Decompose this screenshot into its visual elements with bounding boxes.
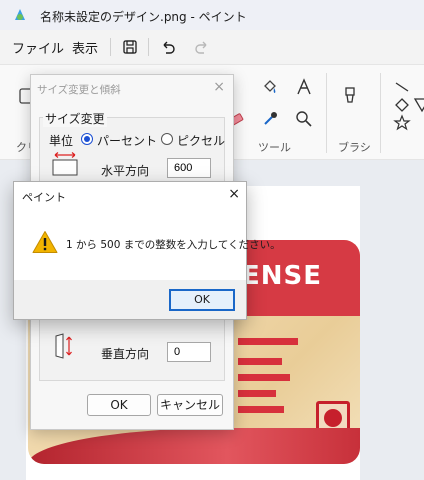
card-bar (238, 406, 284, 413)
message-box-titlebar: ペイント × (14, 182, 246, 210)
title-bar: 名称未設定のデザイン.png - ペイント (0, 0, 424, 30)
warning-icon (32, 231, 58, 253)
vertical-label: 垂直方向 (101, 347, 150, 361)
diamond-shape-icon[interactable] (392, 95, 412, 115)
card-bar (238, 358, 282, 365)
card-seal-dot (324, 409, 342, 427)
card-bar (238, 338, 298, 345)
message-box-ok-button[interactable]: OK (169, 289, 235, 311)
save-icon[interactable] (120, 37, 140, 57)
resize-cancel-button[interactable]: キャンセル (157, 394, 223, 416)
message-box-title: ペイント (22, 191, 66, 204)
menu-file[interactable]: ファイル (12, 38, 64, 57)
horizontal-resize-icon (52, 152, 78, 176)
ribbon-separator (380, 73, 381, 153)
tools-group-label: ツール (258, 141, 291, 154)
vertical-resize-icon (55, 333, 72, 359)
pixel-radio[interactable] (161, 133, 173, 145)
card-footer-band (28, 428, 360, 464)
percent-radio[interactable] (81, 133, 93, 145)
undo-icon[interactable] (158, 37, 178, 57)
message-box-close-icon[interactable]: × (228, 186, 240, 202)
fill-bucket-icon[interactable] (260, 77, 280, 97)
unit-label: 単位 (49, 134, 74, 148)
star-shape-icon[interactable] (392, 113, 412, 133)
brush-icon[interactable] (340, 85, 360, 105)
shape-overflow-icon[interactable] (412, 95, 424, 115)
menu-bar: ファイル 表示 (0, 30, 424, 64)
resize-ok-button[interactable]: OK (87, 394, 151, 416)
paint-app-icon (15, 9, 25, 20)
resize-group-label: サイズ変更 (43, 110, 107, 127)
menu-view[interactable]: 表示 (72, 38, 98, 57)
percent-label: パーセント (97, 134, 158, 148)
card-bar (238, 374, 290, 381)
color-picker-icon[interactable] (260, 109, 280, 129)
text-icon[interactable] (294, 77, 314, 97)
menu-separator (148, 38, 149, 56)
error-message-box: ペイント × 1 から 500 までの整数を入力してください。 OK (13, 181, 281, 320)
horizontal-input[interactable] (167, 158, 211, 178)
card-bar (238, 390, 276, 397)
redo-icon[interactable] (192, 37, 212, 57)
resize-dialog-close-icon[interactable]: × (213, 79, 225, 95)
message-box-text: 1 から 500 までの整数を入力してください。 (66, 239, 281, 251)
magnifier-icon[interactable] (294, 109, 314, 129)
pixel-label: ピクセル (177, 134, 226, 148)
horizontal-label: 水平方向 (101, 164, 150, 178)
brushes-group-label: ブラシ (338, 141, 371, 154)
menu-separator (110, 38, 111, 56)
line-shape-icon[interactable] (392, 77, 412, 97)
card-title-text: ENSE (242, 261, 323, 291)
ribbon-separator (326, 73, 327, 153)
window-title: 名称未設定のデザイン.png - ペイント (40, 10, 247, 24)
resize-dialog-title: サイズ変更と傾斜 (37, 84, 121, 96)
vertical-input[interactable] (167, 342, 211, 362)
